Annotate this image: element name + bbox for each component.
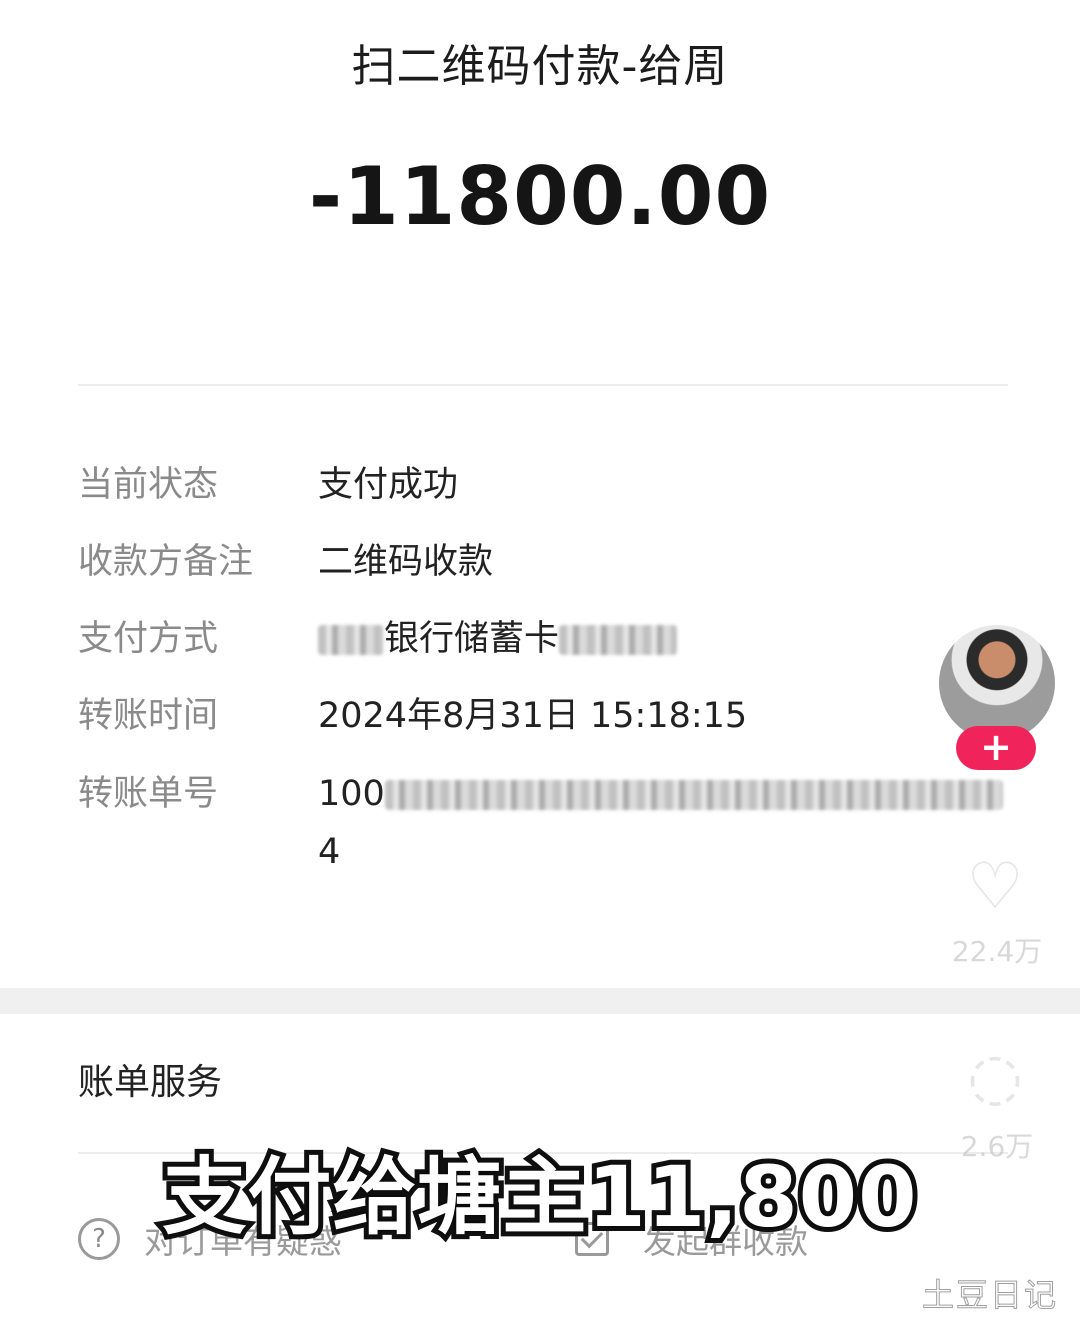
- divider: [78, 384, 1008, 386]
- serial-prefix: 100: [318, 774, 385, 814]
- redacted-card-suffix: [559, 625, 678, 655]
- payment-method-text: 银行储蓄卡: [384, 619, 560, 659]
- comment-icon[interactable]: ◌: [940, 1040, 1050, 1114]
- detail-row-status: 当前状态 支付成功: [0, 455, 1080, 515]
- remark-label: 收款方备注: [78, 542, 254, 582]
- redacted-serial: [384, 780, 1003, 810]
- amount-text: -11800.00: [308, 150, 772, 243]
- like-count: 22.4万: [951, 935, 1043, 968]
- status-label: 当前状态: [78, 465, 219, 505]
- payment-method-value: 银行储蓄卡: [318, 609, 678, 669]
- follow-plus-button[interactable]: +: [956, 726, 1036, 770]
- detail-row-time: 转账时间 2024年8月31日 15:18:15: [0, 686, 1080, 746]
- bill-service-title: 账单服务: [78, 1062, 223, 1103]
- serial-label: 转账单号: [78, 774, 219, 814]
- remark-value: 二维码收款: [318, 542, 494, 582]
- payment-method-label: 支付方式: [78, 619, 219, 659]
- video-caption: 支付给塘主11,800: [157, 1143, 921, 1251]
- detail-row-serial: 转账单号 100: [0, 764, 1080, 824]
- time-label: 转账时间: [78, 696, 219, 736]
- detail-row-remark: 收款方备注 二维码收款: [0, 532, 1080, 592]
- time-value: 2024年8月31日 15:18:15: [318, 696, 748, 736]
- status-value: 支付成功: [318, 465, 459, 505]
- serial-value: 100: [318, 764, 1003, 824]
- heart-icon[interactable]: ♡: [940, 850, 1050, 924]
- section-separator: [0, 988, 1080, 1014]
- serial-value-line2: 4: [318, 832, 341, 872]
- redacted-bank-name: [318, 625, 384, 655]
- page-title: 扫二维码付款-给周: [351, 41, 729, 92]
- detail-row-payment-method: 支付方式 银行储蓄卡: [0, 609, 1080, 669]
- watermark-text: 土豆日记: [921, 1276, 1058, 1315]
